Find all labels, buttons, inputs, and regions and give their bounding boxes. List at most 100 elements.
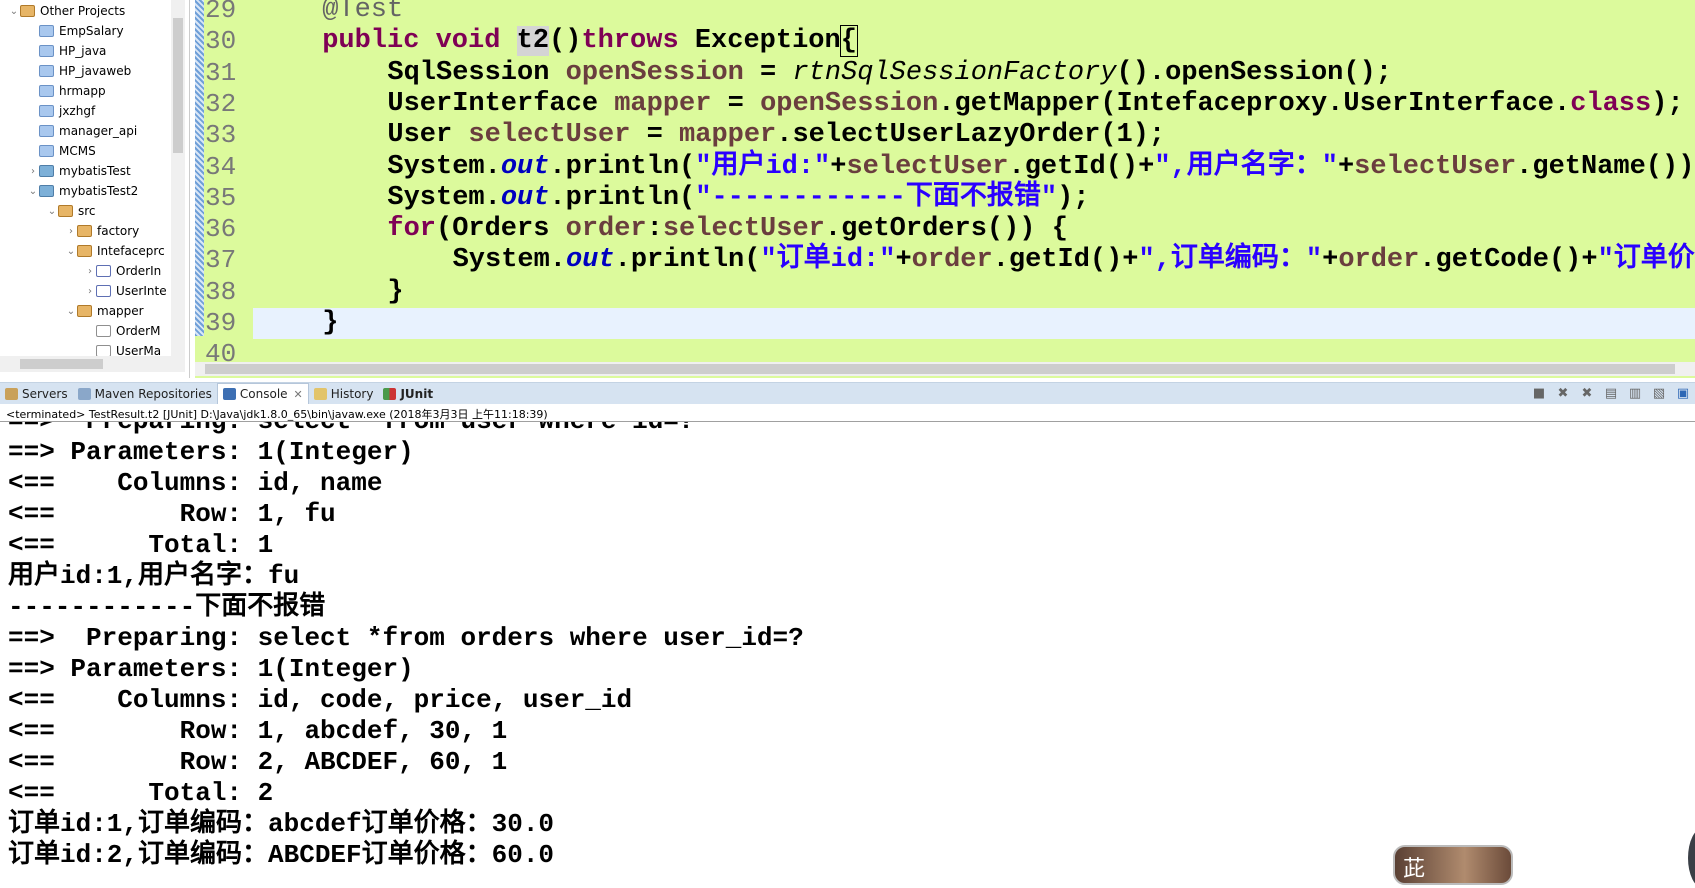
- interface-file-icon: [96, 265, 111, 277]
- working-set-icon: [20, 5, 35, 17]
- scrollbar-thumb[interactable]: [205, 364, 1675, 374]
- java-project-icon: [39, 165, 54, 177]
- code-line[interactable]: }: [253, 277, 1695, 308]
- code-token: rtnSqlSessionFactory: [792, 57, 1117, 88]
- chevron-down-icon[interactable]: ⌄: [27, 186, 39, 197]
- code-token: User: [387, 120, 469, 151]
- code-token: "订单价格:: [1597, 245, 1695, 276]
- code-token: selectUser: [846, 151, 1009, 182]
- chevron-right-icon[interactable]: ›: [65, 226, 77, 237]
- remove-all-terminated-icon[interactable]: ✖: [1579, 386, 1595, 402]
- chevron-down-icon[interactable]: ⌄: [8, 6, 20, 17]
- console-line: <== Row: 1, abcdef, 30, 1: [8, 716, 508, 746]
- tree-item[interactable]: › OrderIn: [84, 261, 161, 281]
- tree-item[interactable]: EmpSalary: [27, 21, 124, 41]
- scrollbar-thumb[interactable]: [173, 18, 183, 153]
- remove-launch-icon[interactable]: ✖: [1555, 386, 1571, 402]
- tree-item[interactable]: › factory: [65, 221, 139, 241]
- editor-horizontal-scrollbar[interactable]: [195, 362, 1695, 376]
- tab-label: Console: [239, 387, 288, 401]
- chevron-right-icon[interactable]: ›: [84, 266, 96, 277]
- line-number: 32: [205, 88, 237, 119]
- tree-item[interactable]: ⌄ src: [46, 201, 96, 221]
- tree-item-label: hrmapp: [59, 84, 106, 98]
- scrollbar-thumb[interactable]: [20, 359, 103, 369]
- code-line[interactable]: User selectUser = mapper.selectUserLazyO…: [253, 120, 1695, 151]
- tab-maven-repositories[interactable]: Maven Repositories: [73, 383, 217, 405]
- chevron-down-icon[interactable]: ⌄: [65, 306, 77, 317]
- code-token: =: [711, 88, 761, 119]
- tree-item-label: EmpSalary: [59, 24, 124, 38]
- tab-history[interactable]: History: [309, 383, 379, 405]
- tab-label: History: [330, 386, 374, 401]
- tree-item[interactable]: HP_java: [27, 41, 106, 61]
- tree-item[interactable]: hrmapp: [27, 81, 106, 101]
- tree-item[interactable]: ⌄ mybatisTest2: [27, 181, 139, 201]
- tree-item[interactable]: ⌄ Intefaceprc: [65, 241, 165, 261]
- console-line: 订单id:2,订单编码：ABCDEF订单价格：60.0: [8, 840, 555, 870]
- code-line[interactable]: UserInterface mapper = openSession.getMa…: [253, 89, 1695, 120]
- code-token: .getCode()+: [1419, 245, 1598, 276]
- closed-project-icon: [39, 45, 54, 57]
- display-console-icon[interactable]: ▣: [1675, 386, 1691, 402]
- tree-item-label: MCMS: [59, 144, 96, 158]
- tree-item[interactable]: jxzhgf: [27, 101, 95, 121]
- code-token: .selectUserLazyOrder(1);: [776, 120, 1166, 151]
- tab-console[interactable]: Console ✕: [216, 382, 309, 405]
- code-line[interactable]: public void t2()throws Exception{: [253, 25, 1695, 58]
- overview-ruler: [195, 0, 204, 336]
- word-wrap-icon[interactable]: ▧: [1651, 386, 1667, 402]
- code-token: out: [500, 151, 550, 182]
- source-folder-icon: [58, 205, 73, 217]
- console-line: ------------下面不报错: [8, 592, 326, 622]
- tree-item[interactable]: MCMS: [27, 141, 96, 161]
- tree-item[interactable]: manager_api: [27, 121, 137, 141]
- code-line[interactable]: @Test: [253, 0, 1695, 26]
- chevron-right-icon[interactable]: ›: [27, 166, 39, 177]
- console-icon: [222, 388, 236, 400]
- code-line[interactable]: }: [253, 308, 1695, 339]
- chevron-right-icon[interactable]: ›: [84, 286, 96, 297]
- code-token: System.: [387, 182, 501, 213]
- code-editor[interactable]: @Test 29 public void t2()throws Exception{…: [195, 0, 1695, 378]
- tree-item-label: OrderM: [116, 324, 161, 338]
- horizontal-scrollbar[interactable]: [0, 356, 185, 372]
- closed-project-icon: [39, 105, 54, 117]
- tree-item[interactable]: HP_javaweb: [27, 61, 131, 81]
- closed-project-icon: [39, 145, 54, 157]
- console-line: 订单id:1,订单编码：abcdef订单价格：30.0: [8, 809, 555, 839]
- vertical-scrollbar[interactable]: [171, 0, 185, 356]
- code-token: .getOrders()) {: [824, 214, 1068, 245]
- tree-item[interactable]: › UserInte: [84, 281, 167, 301]
- tree-item[interactable]: ⌄ Other Projects: [8, 1, 125, 21]
- console-output[interactable]: ==> Preparing: select *from user where i…: [0, 422, 1695, 875]
- floating-avatar[interactable]: 茈: [1393, 845, 1513, 885]
- code-token: mapper: [614, 88, 712, 119]
- chevron-down-icon[interactable]: ⌄: [65, 246, 77, 257]
- xml-file-icon: [96, 325, 111, 337]
- history-icon: [313, 387, 327, 400]
- tree-item-label: mapper: [97, 304, 144, 318]
- code-token: .getId()+: [1008, 151, 1155, 182]
- tree-item[interactable]: ⌄ mapper: [65, 301, 144, 321]
- clear-console-icon[interactable]: ▤: [1603, 386, 1619, 402]
- tree-item[interactable]: › mybatisTest: [27, 161, 131, 181]
- console-line: 用户id:1,用户名字：fu: [8, 561, 300, 591]
- close-icon[interactable]: ✕: [294, 388, 303, 401]
- tree-item[interactable]: OrderM: [84, 321, 160, 341]
- terminate-icon[interactable]: ■: [1531, 386, 1547, 402]
- tab-junit[interactable]: JUnit: [378, 383, 438, 405]
- chevron-down-icon[interactable]: ⌄: [46, 206, 58, 217]
- code-token: }: [322, 308, 339, 338]
- code-line[interactable]: System.out.println("------------下面不报错");: [253, 183, 1695, 214]
- code-token: void: [435, 26, 501, 57]
- code-line[interactable]: System.out.println("用户id:"+selectUser.ge…: [253, 152, 1695, 183]
- console-line: <== Columns: id, name: [8, 468, 383, 498]
- code-token: }: [387, 276, 404, 307]
- code-token: "订单id:": [760, 245, 896, 276]
- code-line[interactable]: for(Orders order:selectUser.getOrders())…: [253, 214, 1695, 245]
- code-line[interactable]: SqlSession openSession = rtnSqlSessionFa…: [253, 58, 1695, 89]
- code-line[interactable]: System.out.println("订单id:"+order.getId()…: [253, 245, 1695, 276]
- scroll-lock-icon[interactable]: ▥: [1627, 386, 1643, 402]
- tab-servers[interactable]: Servers: [0, 383, 73, 405]
